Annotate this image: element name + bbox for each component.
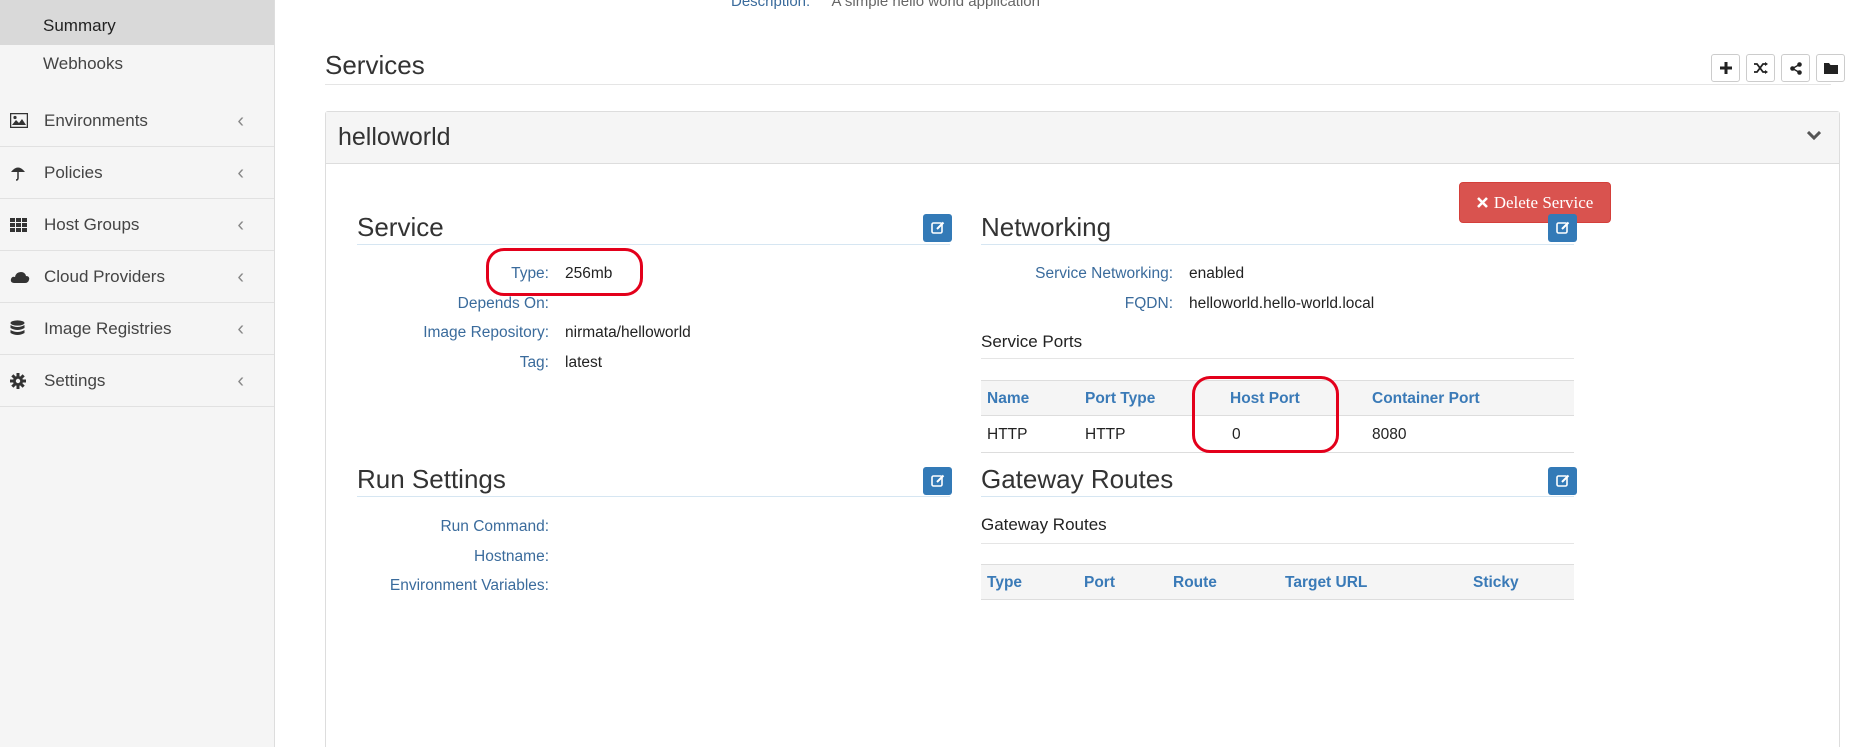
service-networking-value: enabled [1189,265,1245,282]
divider [357,244,950,245]
chevron-down-icon[interactable] [1806,128,1822,146]
gear-icon [10,372,34,389]
edit-networking-button[interactable] [1548,214,1577,242]
chevron-left-icon: ‹ [237,214,244,236]
folder-button[interactable] [1816,54,1845,82]
sidebar-item-label: Cloud Providers [44,266,165,286]
divider [981,358,1574,359]
sidebar-item-host-groups[interactable]: Host Groups ‹ [0,199,274,251]
column-header[interactable]: Port [1084,574,1115,592]
chevron-left-icon: ‹ [237,266,244,288]
delete-service-button[interactable]: Delete Service [1459,182,1611,223]
main-content: Description: A simple hello world applic… [276,0,1856,747]
sidebar-item-label: Host Groups [44,214,140,234]
edit-gateway-routes-button[interactable] [1548,467,1577,495]
description-label: Description: [731,0,811,10]
share-button[interactable] [1781,54,1810,82]
fqdn-label: FQDN: [1124,295,1173,312]
tag-value: latest [565,354,603,371]
sidebar: Summary Webhooks Environments ‹ Policies… [0,0,275,747]
sidebar-item-image-registries[interactable]: Image Registries ‹ [0,303,274,355]
services-toolbar [1711,54,1845,82]
gateway-routes-section-title: Gateway Routes [981,464,1174,494]
delete-service-label: Delete Service [1493,192,1594,212]
sidebar-item-label: Policies [44,162,103,182]
shuffle-icon [1753,62,1768,74]
description-value: A simple hello world application [831,0,1040,10]
share-icon [1789,61,1802,75]
depends-on-label: Depends On: [457,295,549,312]
grid-icon [10,217,34,232]
shuffle-button[interactable] [1746,54,1775,82]
gateway-routes-header: Type Port Route Target URL Sticky [981,564,1574,600]
divider [981,496,1574,497]
divider [981,543,1574,544]
run-command-label: Run Command: [440,518,549,535]
highlight-annotation [1192,376,1339,453]
run-settings-section-title: Run Settings [357,464,506,494]
chevron-left-icon: ‹ [237,162,244,184]
description-row: Description: A simple hello world applic… [731,0,1040,10]
fqdn-value: helloworld.hello-world.local [1189,295,1375,312]
folder-icon [1823,63,1838,74]
chevron-left-icon: ‹ [237,318,244,340]
image-icon [10,113,34,128]
divider [981,244,1574,245]
gateway-routes-subtitle: Gateway Routes [981,515,1107,534]
sidebar-item-label: Image Registries [44,318,172,338]
umbrella-icon [10,165,34,181]
sidebar-item-cloud-providers[interactable]: Cloud Providers ‹ [0,251,274,303]
edit-service-button[interactable] [923,214,952,242]
add-service-button[interactable] [1711,54,1740,82]
sidebar-item-policies[interactable]: Policies ‹ [0,147,274,199]
column-header[interactable]: Name [987,390,1029,408]
divider [325,84,1831,85]
column-header[interactable]: Sticky [1473,574,1519,592]
sidebar-item-webhooks[interactable]: Webhooks [0,45,274,83]
edit-run-settings-button[interactable] [923,467,952,495]
chevron-left-icon: ‹ [237,370,244,392]
sidebar-item-summary[interactable]: Summary [0,0,274,45]
port-type-cell: HTTP [1085,426,1126,443]
column-header[interactable]: Type [987,574,1022,592]
image-repository-label: Image Repository: [423,324,549,341]
edit-icon [1555,474,1569,487]
service-networking-label: Service Networking: [1035,265,1173,282]
sidebar-item-label: Settings [44,370,106,390]
hostname-label: Hostname: [474,548,549,565]
service-ports-title: Service Ports [981,332,1083,351]
services-title: Services [325,50,425,80]
chevron-left-icon: ‹ [237,110,244,132]
environment-variables-label: Environment Variables: [389,577,549,594]
column-header[interactable]: Container Port [1372,390,1480,408]
edit-icon [930,474,944,487]
tag-label: Tag: [519,354,549,371]
edit-icon [1555,221,1569,234]
container-port-cell: 8080 [1372,426,1407,443]
database-icon [10,319,34,338]
port-name-cell: HTTP [987,426,1028,443]
service-panel-header[interactable]: helloworld [326,112,1839,164]
close-icon [1476,197,1488,208]
service-section-title: Service [357,212,444,242]
plus-icon [1719,62,1732,74]
cloud-icon [10,270,34,284]
service-panel: helloworld Delete Service Service Type: … [325,111,1840,747]
column-header[interactable]: Route [1173,574,1217,592]
column-header[interactable]: Port Type [1085,390,1155,408]
networking-section-title: Networking [981,212,1112,242]
sidebar-item-label: Environments [44,110,148,130]
column-header[interactable]: Target URL [1285,574,1367,592]
edit-icon [930,221,944,234]
highlight-annotation [486,248,643,296]
image-repository-value: nirmata/helloworld [565,324,691,341]
divider [357,496,950,497]
service-name: helloworld [338,123,451,151]
sidebar-item-settings[interactable]: Settings ‹ [0,355,274,407]
sidebar-item-environments[interactable]: Environments ‹ [0,95,274,147]
